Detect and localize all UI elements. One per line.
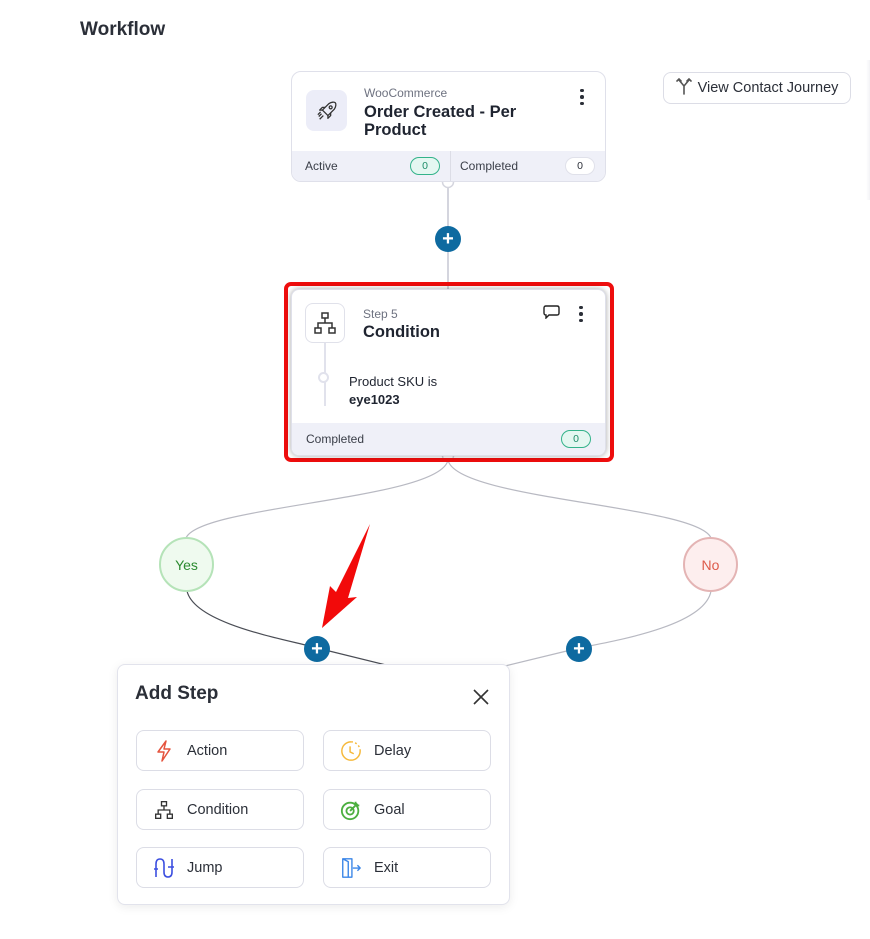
stat-count-badge: 0 [565, 157, 595, 175]
plus-icon: + [311, 638, 323, 660]
view-contact-journey-label: View Contact Journey [697, 80, 839, 96]
connector-to-no [447, 459, 712, 539]
stat-count-badge: 0 [410, 157, 440, 175]
add-step-option-action[interactable]: Action [136, 730, 304, 771]
condition-rule: Product SKU is eye1023 [349, 373, 437, 409]
clock-icon [340, 740, 362, 762]
sitemap-icon [153, 799, 175, 821]
add-step-option-jump[interactable]: Jump [136, 847, 304, 888]
view-contact-journey-button[interactable]: View Contact Journey [663, 72, 851, 104]
step-title: Condition [363, 323, 440, 341]
trigger-stats: Active 0 Completed 0 [292, 151, 605, 181]
add-step-button-no[interactable]: + [566, 636, 592, 662]
annotation-arrow [322, 524, 370, 628]
comment-icon[interactable] [543, 305, 560, 324]
stat-label: Completed [460, 159, 519, 173]
trigger-card[interactable]: WooCommerce Order Created - Per Product … [291, 71, 606, 182]
trigger-more-menu-icon[interactable] [573, 86, 591, 108]
condition-stats: Completed 0 [292, 423, 605, 455]
connector-yes-down [186, 590, 391, 667]
yes-branch-node[interactable]: Yes [159, 537, 214, 592]
stat-label: Completed [306, 432, 365, 446]
rule-text: Product SKU is [349, 374, 438, 389]
rule-timeline-dot [318, 372, 329, 383]
condition-more-menu-icon[interactable] [572, 303, 590, 325]
add-step-popup: Add Step Action Delay Condition Goal Jum… [117, 664, 510, 905]
connector-no-down [504, 590, 712, 667]
option-label: Delay [374, 742, 412, 759]
option-label: Condition [187, 801, 249, 818]
add-step-option-goal[interactable]: Goal [323, 789, 491, 830]
target-icon [340, 799, 362, 821]
add-step-option-condition[interactable]: Condition [136, 789, 304, 830]
option-label: Exit [374, 859, 399, 876]
option-label: Action [187, 742, 228, 759]
add-step-option-delay[interactable]: Delay [323, 730, 491, 771]
popup-title: Add Step [135, 683, 219, 704]
sitemap-icon [305, 303, 345, 343]
step-number: Step 5 [363, 307, 398, 321]
rocket-icon [306, 90, 347, 131]
close-icon[interactable] [471, 687, 491, 707]
add-step-option-exit[interactable]: Exit [323, 847, 491, 888]
plus-icon: + [442, 228, 454, 250]
trigger-category: WooCommerce [364, 86, 448, 100]
no-branch-node[interactable]: No [683, 537, 738, 592]
stat-label: Active [305, 159, 338, 173]
lightning-icon [153, 739, 175, 762]
rule-value: eye1023 [349, 392, 400, 407]
trigger-title: Order Created - Per Product [364, 103, 517, 139]
option-label: Goal [374, 801, 405, 818]
trigger-stat-active: Active 0 [292, 151, 450, 181]
connector-to-yes [185, 459, 449, 539]
trigger-stat-completed: Completed 0 [450, 151, 605, 181]
jump-icon [153, 857, 175, 879]
exit-door-icon [340, 857, 362, 879]
plus-icon: + [573, 638, 585, 660]
stat-count-badge: 0 [561, 430, 591, 448]
add-step-button-top[interactable]: + [435, 226, 461, 252]
option-label: Jump [187, 859, 223, 876]
condition-step-card[interactable]: Step 5 Condition Product SKU is eye1023 … [291, 289, 606, 456]
add-step-button-yes[interactable]: + [304, 636, 330, 662]
branch-merge-icon [675, 77, 692, 99]
